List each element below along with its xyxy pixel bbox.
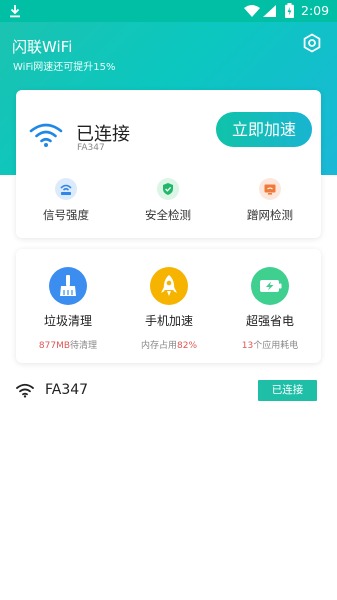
feature-junk-clean[interactable]: 垃圾清理 877MB待清理 [18,267,118,351]
tool-freeloader-check[interactable]: 蹭网检测 [220,178,320,223]
tool-security-check[interactable]: 安全检测 [118,178,218,223]
tool-label: 蹭网检测 [247,208,293,222]
feature-highlight: 82% [177,341,198,351]
tool-label: 信号强度 [43,208,89,222]
feature-name: 垃圾清理 [43,314,92,328]
cell-signal-icon [263,5,276,17]
status-time: 2:09 [301,3,330,18]
feature-meta: 13个应用耗电 [220,338,320,351]
feature-name: 超强省电 [245,314,294,328]
connected-ssid: FA347 [77,143,105,153]
settings-icon[interactable] [302,33,322,53]
battery-status-icon [285,3,294,18]
feature-power-save[interactable]: 超强省电 13个应用耗电 [220,267,320,351]
feature-highlight: 877MB [38,341,71,351]
speed-up-button[interactable]: 立即加速 [216,112,312,147]
router-detect-icon [259,178,281,200]
speed-tip: WiFi网速还可提升15% [13,62,116,73]
feature-suffix: 个应用耗电 [253,341,299,351]
feature-prefix: 内存占用 [140,341,177,351]
broom-icon [49,267,87,305]
signal-strength-icon [55,178,77,200]
security-shield-icon [157,178,179,200]
feature-suffix: 待清理 [70,341,98,351]
feature-meta: 内存占用82% [119,338,219,351]
download-icon [10,5,20,18]
feature-highlight: 13 [241,341,254,351]
feature-card: 垃圾清理 877MB待清理 手机加速 内存占用82% 超强省电 13个应用耗电 [16,249,321,363]
wifi-icon [16,383,34,398]
network-ssid: FA347 [45,382,89,398]
wifi-status-icon [244,5,260,17]
feature-name: 手机加速 [144,314,193,328]
network-list-item[interactable]: FA347 已连接 [16,380,321,402]
app-title: 闪联WiFi [12,38,73,56]
wifi-connected-icon [29,123,63,147]
connection-card: 已连接 FA347 立即加速 信号强度 安全检测 蹭网检测 [16,90,321,238]
tool-signal-strength[interactable]: 信号强度 [16,178,116,223]
feature-phone-boost[interactable]: 手机加速 内存占用82% [119,267,219,351]
status-bar: 2:09 [0,0,337,22]
rocket-icon [150,267,188,305]
battery-charge-icon [251,267,289,305]
feature-meta: 877MB待清理 [18,338,118,351]
connected-badge: 已连接 [258,380,317,401]
tool-label: 安全检测 [145,208,191,222]
